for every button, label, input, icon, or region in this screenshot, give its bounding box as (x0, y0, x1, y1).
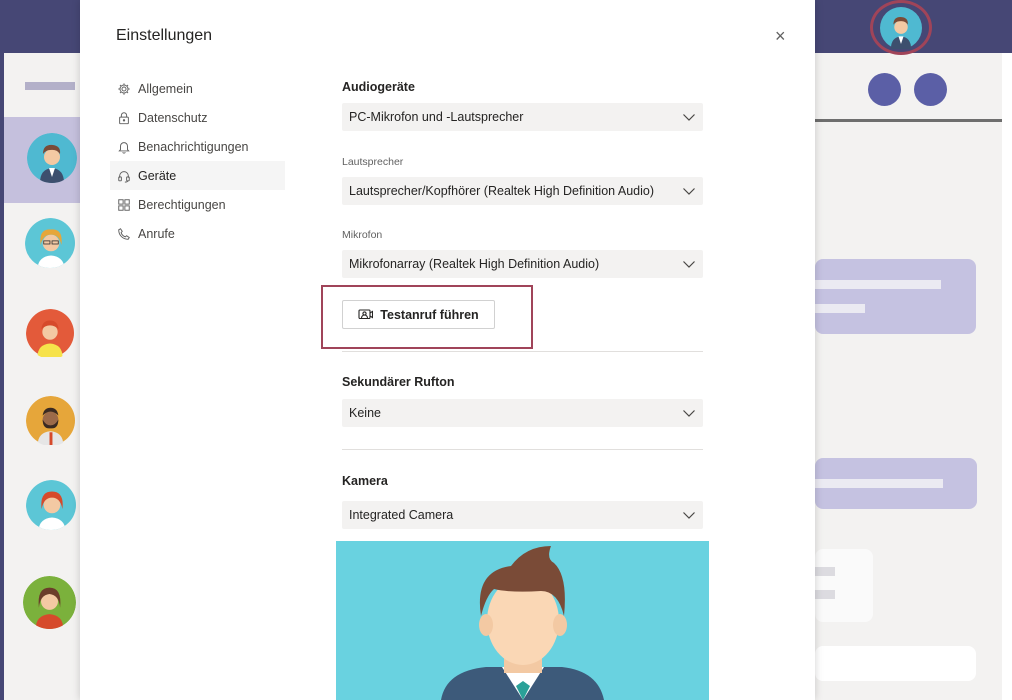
chevron-down-icon (682, 508, 696, 522)
camera-preview-person (441, 546, 604, 700)
camera-preview (336, 541, 709, 700)
nav-item-datenschutz[interactable]: Datenschutz (110, 103, 285, 132)
audio-device-value: PC-Mikrofon und -Lautsprecher (349, 110, 524, 124)
nav-item-label: Anrufe (138, 226, 175, 241)
chevron-down-icon (682, 406, 696, 420)
section-divider (342, 351, 703, 352)
message-line (815, 304, 865, 313)
settings-dialog: Einstellungen × Allgemein Datenschutz Be… (80, 0, 815, 700)
chat-avatar-4[interactable] (26, 396, 76, 446)
settings-nav: Allgemein Datenschutz Benachrichtigungen… (110, 74, 285, 248)
bell-icon (116, 139, 132, 155)
microphone-value: Mikrofonarray (Realtek High Definition A… (349, 257, 600, 271)
video-button[interactable] (914, 73, 947, 106)
nav-item-benachrichtigungen[interactable]: Benachrichtigungen (110, 132, 285, 161)
nav-item-label: Allgemein (138, 81, 193, 96)
nav-item-label: Berechtigungen (138, 197, 226, 212)
message-line (815, 280, 941, 289)
audio-device-select[interactable]: PC-Mikrofon und -Lautsprecher (342, 103, 703, 131)
secondary-ringtone-value: Keine (349, 406, 381, 420)
camera-value: Integrated Camera (349, 508, 454, 522)
speaker-value: Lautsprecher/Kopfhörer (Realtek High Def… (349, 184, 655, 198)
profile-avatar[interactable] (870, 0, 932, 55)
test-call-label: Testanruf führen (380, 307, 479, 322)
chat-avatar-6[interactable] (23, 576, 76, 629)
chat-header-divider (815, 119, 1012, 122)
nav-item-geraete[interactable]: Geräte (110, 161, 285, 190)
compose-box[interactable] (815, 646, 976, 681)
nav-item-label: Benachrichtigungen (138, 139, 249, 154)
message-bubble (815, 259, 976, 334)
call-button[interactable] (868, 73, 901, 106)
chat-list-header-bar (25, 82, 75, 90)
chevron-down-icon (682, 184, 696, 198)
test-call-icon (358, 308, 374, 319)
audio-devices-heading: Audiogeräte (342, 80, 415, 94)
speaker-select[interactable]: Lautsprecher/Kopfhörer (Realtek High Def… (342, 177, 703, 205)
camera-heading: Kamera (342, 474, 388, 488)
dialog-title: Einstellungen (116, 27, 213, 44)
chat-avatar-3[interactable] (26, 309, 76, 359)
message-bubble-incoming (815, 549, 873, 622)
microphone-label: Mikrofon (342, 229, 383, 241)
camera-select[interactable]: Integrated Camera (342, 501, 703, 529)
chat-avatar-1[interactable] (27, 133, 77, 183)
nav-item-label: Datenschutz (138, 110, 208, 125)
microphone-select[interactable]: Mikrofonarray (Realtek High Definition A… (342, 250, 703, 278)
secondary-ringtone-heading: Sekundärer Rufton (342, 375, 455, 389)
nav-item-label: Geräte (138, 168, 177, 183)
message-line (815, 479, 943, 488)
test-call-button[interactable]: Testanruf führen (342, 300, 495, 329)
lock-icon (116, 110, 132, 126)
chat-avatar-2[interactable] (25, 218, 75, 268)
chat-avatar-5[interactable] (26, 480, 76, 530)
message-line (815, 567, 835, 576)
grid-icon (116, 197, 132, 213)
nav-item-berechtigungen[interactable]: Berechtigungen (110, 190, 285, 219)
phone-icon (116, 226, 132, 242)
headset-icon (116, 168, 132, 184)
chevron-down-icon (682, 257, 696, 271)
chevron-down-icon (682, 110, 696, 124)
window-edge (1002, 53, 1012, 700)
section-divider (342, 449, 703, 450)
nav-item-anrufe[interactable]: Anrufe (110, 219, 285, 248)
close-icon[interactable]: × (775, 26, 786, 47)
speaker-label: Lautsprecher (342, 156, 404, 168)
secondary-ringtone-select[interactable]: Keine (342, 399, 703, 427)
gear-icon (116, 81, 132, 97)
nav-item-allgemein[interactable]: Allgemein (110, 74, 285, 103)
message-line (815, 590, 835, 599)
